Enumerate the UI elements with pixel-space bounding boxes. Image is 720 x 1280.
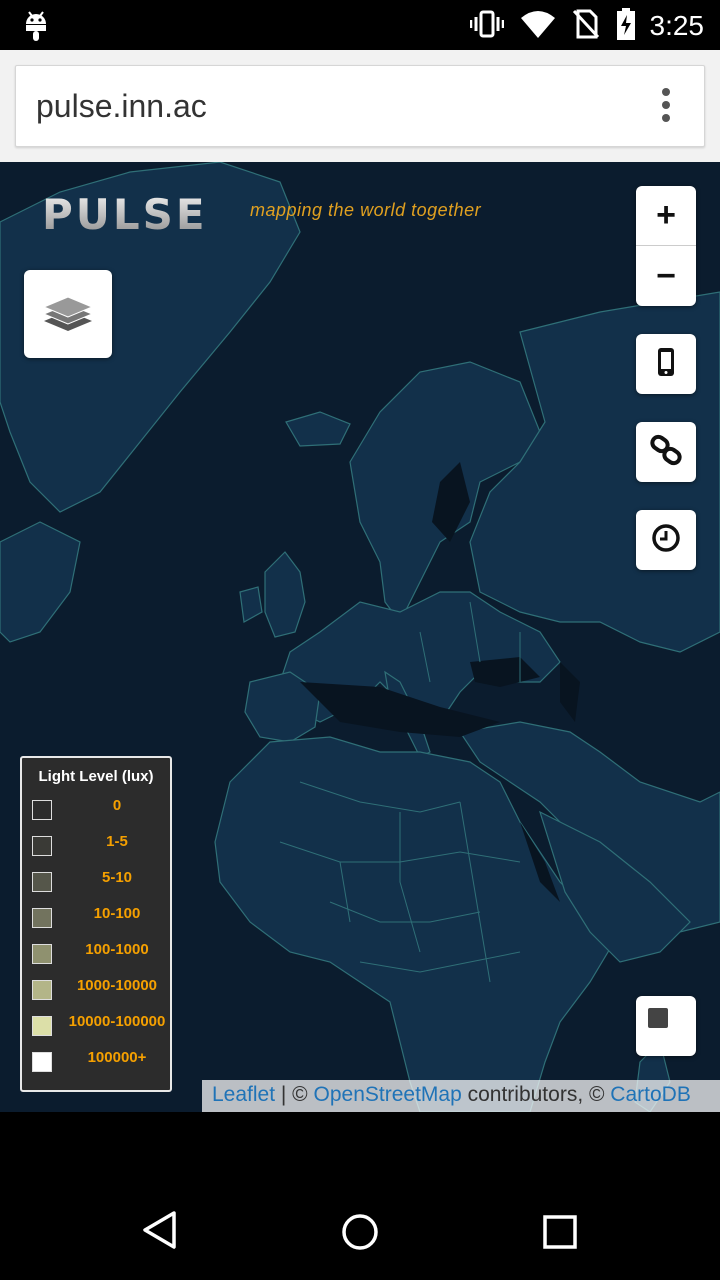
pulse-logo: PULSE: [42, 190, 208, 239]
wifi-icon: [520, 10, 556, 43]
more-vert-icon[interactable]: [660, 88, 672, 128]
link-icon: [650, 434, 682, 471]
url-text[interactable]: pulse.inn.ac: [36, 88, 207, 125]
clock-icon: [651, 523, 681, 558]
openstreetmap-link[interactable]: OpenStreetMap: [314, 1083, 462, 1106]
legend-label: 1-5: [106, 833, 128, 850]
legend-swatch: [32, 1016, 52, 1036]
leaflet-link[interactable]: Leaflet: [212, 1083, 275, 1106]
vibrate-icon: [469, 9, 505, 44]
legend-swatch: [32, 1052, 52, 1072]
attribution-text: contributors, ©: [461, 1083, 611, 1106]
battery-charging-icon: [616, 8, 636, 45]
share-link-button[interactable]: [636, 422, 696, 482]
legend-item: 100-1000: [32, 938, 170, 974]
legend-item: 1000-10000: [32, 974, 170, 1010]
legend-swatch: [32, 836, 52, 856]
legend-label: 0: [112, 797, 122, 814]
map-attribution: Leaflet | © OpenStreetMap contributors, …: [202, 1080, 720, 1112]
legend-item: 1-5: [32, 830, 170, 866]
address-bar[interactable]: pulse.inn.ac: [15, 65, 705, 147]
layers-button[interactable]: [24, 270, 112, 358]
zoom-control: + −: [636, 186, 696, 306]
legend-swatch: [32, 872, 52, 892]
android-icon: [22, 8, 50, 47]
stop-button[interactable]: [636, 996, 696, 1056]
legend-item: 100000+: [32, 1046, 170, 1082]
zoom-in-button[interactable]: +: [636, 186, 696, 246]
history-button[interactable]: [636, 510, 696, 570]
zoom-out-button[interactable]: −: [636, 246, 696, 306]
cartodb-link[interactable]: CartoDB: [610, 1083, 691, 1106]
device-button[interactable]: [636, 334, 696, 394]
recents-icon[interactable]: [543, 1215, 577, 1254]
legend-label: 100-1000: [85, 941, 149, 958]
legend-swatch: [32, 908, 52, 928]
legend-item: 0: [32, 794, 170, 830]
stop-square-icon: [648, 1008, 668, 1028]
no-sim-icon: [572, 9, 600, 44]
legend-swatch: [32, 980, 52, 1000]
navigation-bar: [0, 1112, 720, 1280]
legend-item: 10-100: [32, 902, 170, 938]
back-icon[interactable]: [140, 1210, 180, 1255]
legend-item: 10000-100000: [32, 1010, 170, 1046]
attribution-separator: | ©: [275, 1083, 314, 1106]
home-icon[interactable]: [341, 1213, 379, 1256]
clock-time: 3:25: [649, 10, 705, 41]
legend-label: 1000-10000: [76, 977, 158, 994]
legend-swatch: [32, 944, 52, 964]
legend-label: 100000+: [87, 1049, 147, 1066]
legend-item: 5-10: [32, 866, 170, 902]
legend-swatch: [32, 800, 52, 820]
legend-label: 5-10: [101, 869, 133, 886]
light-level-legend: Light Level (lux) 0 1-5 5-10 10-100 100-…: [20, 756, 172, 1092]
legend-title: Light Level (lux): [38, 768, 154, 785]
tagline: mapping the world together: [250, 200, 482, 220]
layers-icon: [41, 287, 95, 342]
phone-icon: [656, 347, 676, 382]
legend-label: 10000-100000: [68, 1013, 166, 1030]
status-bar: 3:25: [0, 0, 720, 50]
browser-toolbar: pulse.inn.ac: [0, 50, 720, 162]
legend-label: 10-100: [93, 905, 141, 922]
map-view[interactable]: PULSE mapping the world together + − Lig…: [0, 162, 720, 1112]
